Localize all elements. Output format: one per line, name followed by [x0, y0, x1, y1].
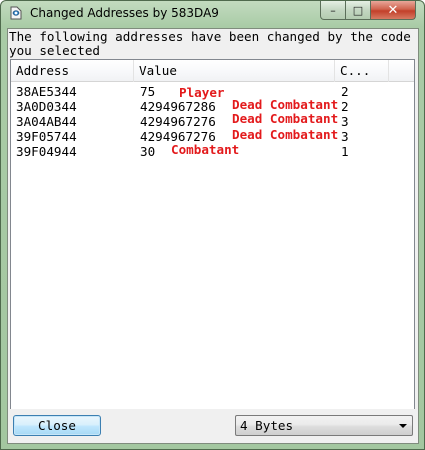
- value-type-selected: 4 Bytes: [240, 418, 294, 433]
- table-row[interactable]: 3A04AB44 4294967276 3 Dead Combatant: [11, 111, 414, 129]
- maximize-icon: □: [352, 3, 364, 17]
- value-cell: 4294967276: [140, 114, 216, 129]
- dialog-footer: Close 4 Bytes: [8, 409, 418, 443]
- address-cell: 39F05744: [16, 129, 77, 144]
- info-message: The following addresses have been change…: [9, 29, 419, 58]
- annotation-label: Combatant: [171, 142, 240, 157]
- address-cell: 38AE5344: [16, 84, 77, 99]
- count-cell: 2: [341, 99, 349, 114]
- window-title: Changed Addresses by 583DA9: [30, 6, 219, 20]
- column-header-count[interactable]: C...: [335, 60, 389, 82]
- column-header-filler: [389, 60, 414, 82]
- maximize-button[interactable]: □: [346, 1, 371, 20]
- title-bar[interactable]: Changed Addresses by 583DA9 – □ ✕: [1, 1, 424, 27]
- annotation-label: Dead Combatant: [232, 111, 339, 126]
- minimize-icon: –: [330, 3, 336, 17]
- table-row[interactable]: 3A0D0344 4294967286 2 Dead Combatant: [11, 97, 414, 114]
- value-type-dropdown[interactable]: 4 Bytes: [235, 415, 413, 436]
- changed-addresses-window: Changed Addresses by 583DA9 – □ ✕ The fo…: [0, 0, 425, 450]
- address-cell: 3A04AB44: [16, 114, 77, 129]
- cheat-engine-app-icon: [10, 6, 22, 20]
- count-cell: 1: [341, 144, 349, 159]
- column-header-value[interactable]: Value: [134, 60, 335, 82]
- dialog-client-area: The following addresses have been change…: [7, 28, 419, 444]
- table-row[interactable]: 38AE5344 75 2 Player: [11, 84, 414, 100]
- annotation-label: Dead Combatant: [232, 127, 339, 142]
- annotation-label: Player: [179, 85, 225, 100]
- close-icon: ✕: [387, 2, 399, 18]
- value-cell: 75: [140, 84, 156, 99]
- list-header: Address Value C...: [11, 60, 414, 82]
- column-header-address[interactable]: Address: [11, 60, 134, 82]
- table-row[interactable]: 39F04944 30 1 Combatant: [11, 142, 414, 159]
- count-cell: 3: [341, 129, 349, 144]
- minimize-button[interactable]: –: [320, 1, 346, 20]
- close-button[interactable]: Close: [13, 415, 101, 436]
- addresses-list[interactable]: Address Value C... 38AE5344 75 2 Player …: [10, 59, 415, 437]
- close-window-button[interactable]: ✕: [371, 1, 416, 20]
- count-cell: 3: [341, 114, 349, 129]
- dropdown-arrow-icon: [399, 424, 407, 428]
- value-cell: 30: [140, 144, 156, 159]
- value-cell: 4294967286: [140, 99, 216, 114]
- annotation-label: Dead Combatant: [232, 97, 339, 112]
- address-cell: 39F04944: [16, 144, 77, 159]
- address-cell: 3A0D0344: [16, 99, 77, 114]
- count-cell: 2: [341, 84, 349, 99]
